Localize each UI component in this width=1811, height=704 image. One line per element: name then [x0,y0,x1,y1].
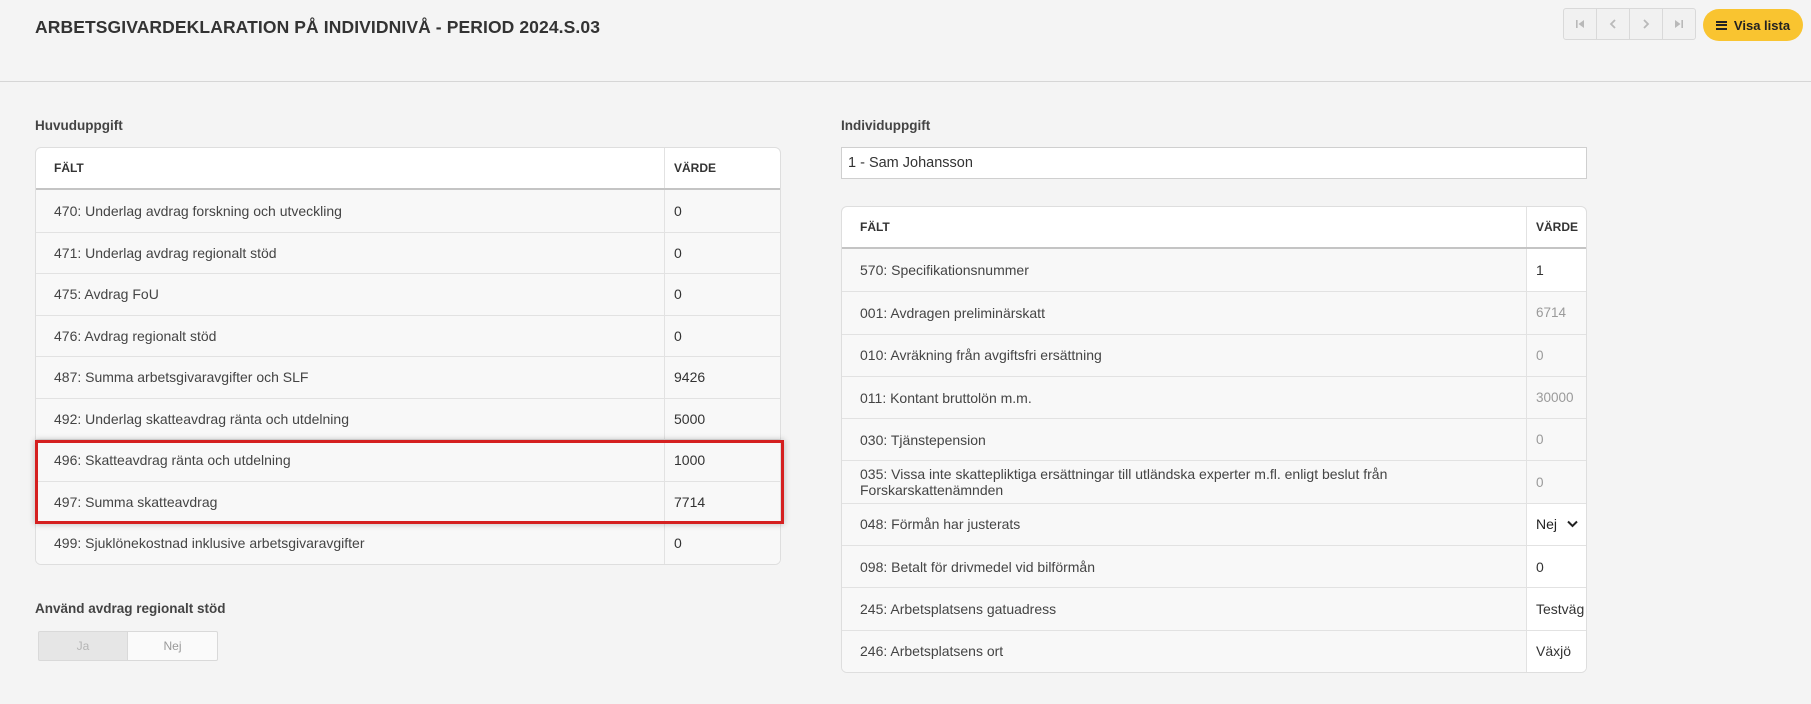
field-value: 0 [1527,419,1586,461]
table-row: 487: Summa arbetsgivaravgifter och SLF 9… [36,356,780,398]
visa-lista-label: Visa lista [1733,17,1791,33]
toggle-ja-button[interactable]: Ja [38,631,128,661]
table-row: 035: Vissa inte skattepliktiga ersättnin… [842,460,1586,503]
table-row: 492: Underlag skatteavdrag ränta och utd… [36,397,780,439]
field-name: 497: Summa skatteavdrag [36,481,665,522]
field-name: 471: Underlag avdrag regionalt stöd [36,232,665,273]
field-name: 470: Underlag avdrag forskning och utvec… [36,190,665,232]
table-row: 471: Underlag avdrag regionalt stöd 0 [36,231,780,273]
field-name: 245: Arbetsplatsens gatuadress [842,588,1527,630]
last-page-icon [1675,20,1683,28]
record-navigation [1563,8,1696,40]
table-row: 475: Avdrag FoU 0 [36,273,780,315]
field-value: 0 [1527,461,1586,503]
table-row: 098: Betalt för drivmedel vid bilförmån … [842,545,1586,588]
field-name: 570: Specifikationsnummer [842,249,1527,292]
field-value: 30000 [1527,376,1586,419]
next-record-button[interactable] [1629,8,1663,40]
regionalt-stod-label: Använd avdrag regionalt stöd [35,601,226,616]
table-row: 497: Summa skatteavdrag 7714 [36,480,780,522]
table-header: FÄLT VÄRDE [36,148,780,190]
page-header: ARBETSGIVARDEKLARATION PÅ INDIVIDNIVÅ - … [0,0,1811,82]
field-value: 0 [674,327,682,344]
column-header-varde: VÄRDE [1536,220,1579,234]
column-header-falt: FÄLT [36,148,665,188]
table-row: 470: Underlag avdrag forskning och utvec… [36,190,780,232]
field-name: 011: Kontant bruttolön m.m. [842,376,1527,419]
field-name: 476: Avdrag regionalt stöd [36,315,665,356]
column-header-varde: VÄRDE [674,161,717,175]
table-row: 001: Avdragen preliminärskatt 6714 [842,291,1586,334]
field-name: 035: Vissa inte skattepliktiga ersättnin… [842,461,1527,503]
table-row: 246: Arbetsplatsens ort Växjö [842,629,1586,672]
drivmedel-input[interactable]: 0 [1527,546,1586,588]
individuppgift-table: FÄLT VÄRDE 570: Specifikationsnummer 1 0… [841,206,1587,673]
specifikationsnummer-input[interactable]: 1 [1527,249,1586,292]
field-name: 030: Tjänstepension [842,419,1527,461]
chevron-left-icon [1609,19,1616,29]
field-value: 0 [674,202,682,219]
field-value: 9426 [674,369,706,386]
page-title: ARBETSGIVARDEKLARATION PÅ INDIVIDNIVÅ - … [35,17,601,37]
field-value: 6714 [1527,292,1586,334]
last-record-button[interactable] [1662,8,1696,40]
table-row: 010: Avräkning från avgiftsfri ersättnin… [842,333,1586,376]
field-name: 475: Avdrag FoU [36,274,665,315]
table-row: 476: Avdrag regionalt stöd 0 [36,314,780,356]
forman-justerats-select[interactable]: Nej [1527,503,1586,546]
previous-record-button[interactable] [1596,8,1630,40]
regionalt-stod-toggle: Ja Nej [38,631,218,661]
field-name: 098: Betalt för drivmedel vid bilförmån [842,546,1527,588]
column-header-falt: FÄLT [842,207,1527,247]
field-name: 246: Arbetsplatsens ort [842,630,1527,672]
visa-lista-button[interactable]: Visa lista [1703,9,1803,41]
toggle-nej-button[interactable]: Nej [128,631,218,661]
field-name: 496: Skatteavdrag ränta och utdelning [36,440,665,481]
table-row: 030: Tjänstepension 0 [842,418,1586,461]
field-name: 001: Avdragen preliminärskatt [842,292,1527,334]
table-row: 245: Arbetsplatsens gatuadress Testväg [842,587,1586,630]
table-row: 499: Sjuklönekostnad inklusive arbetsgiv… [36,522,780,564]
menu-icon [1715,20,1727,30]
table-row: 496: Skatteavdrag ränta och utdelning 10… [36,439,780,481]
field-name: 048: Förmån har justerats [842,503,1527,546]
field-name: 487: Summa arbetsgivaravgifter och SLF [36,357,665,398]
field-value: 0 [1527,334,1586,376]
table-header: FÄLT VÄRDE [842,207,1586,249]
field-value: 0 [674,286,682,303]
huvuduppgift-label: Huvuduppgift [35,118,123,133]
field-name: 010: Avräkning från avgiftsfri ersättnin… [842,334,1527,376]
select-value: Nej [1536,516,1558,533]
ort-input[interactable]: Växjö [1527,630,1586,672]
first-page-icon [1576,20,1584,28]
individuppgift-label: Individuppgift [841,118,931,133]
chevron-right-icon [1643,19,1650,29]
field-value: 5000 [674,410,706,427]
field-value: 0 [674,535,682,552]
field-name: 499: Sjuklönekostnad inklusive arbetsgiv… [36,523,665,564]
field-name: 492: Underlag skatteavdrag ränta och utd… [36,398,665,439]
field-value: 0 [674,244,682,261]
field-value: 7714 [674,493,706,510]
first-record-button[interactable] [1563,8,1597,40]
table-row: 011: Kontant bruttolön m.m. 30000 [842,375,1586,419]
table-row: 048: Förmån har justerats Nej [842,502,1586,546]
gatuadress-input[interactable]: Testväg [1527,588,1586,630]
individual-select-input[interactable] [841,147,1587,179]
huvuduppgift-table: FÄLT VÄRDE 470: Underlag avdrag forsknin… [35,147,781,565]
chevron-down-icon [1567,521,1578,528]
field-value: 1000 [674,452,706,469]
table-row: 570: Specifikationsnummer 1 [842,249,1586,292]
